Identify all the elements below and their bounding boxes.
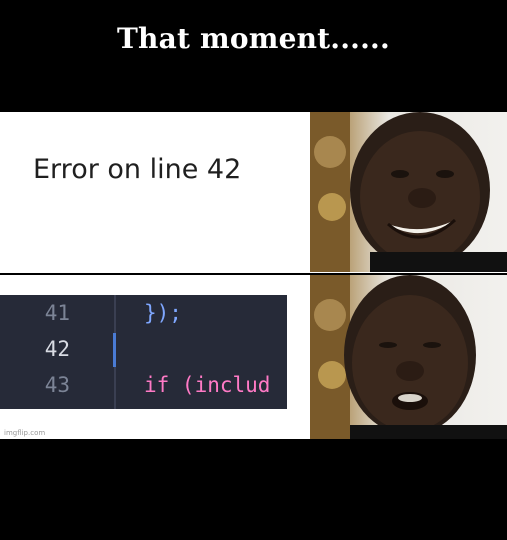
line-number-41: 41 [44,301,70,325]
meme-panels: Error on line 42 41 42 43 }); if (includ [0,112,507,439]
imgflip-watermark: imgflip.com [4,429,46,437]
disappointed-face-illustration [310,275,507,439]
code-line-41: }); [144,301,182,325]
smiling-face-illustration [310,112,507,272]
error-message: Error on line 42 [33,154,242,185]
line-number-42: 42 [44,337,70,361]
active-line-marker [113,333,116,367]
caption-bar: That moment...... [0,0,507,112]
code-snippet: 41 42 43 }); if (includ [0,295,287,409]
caption-title: That moment...... [117,22,390,55]
code-line-43: if (includ [144,373,271,397]
line-number-43: 43 [44,373,70,397]
disappointed-man-face [310,275,507,439]
smiling-man-face [310,112,507,272]
